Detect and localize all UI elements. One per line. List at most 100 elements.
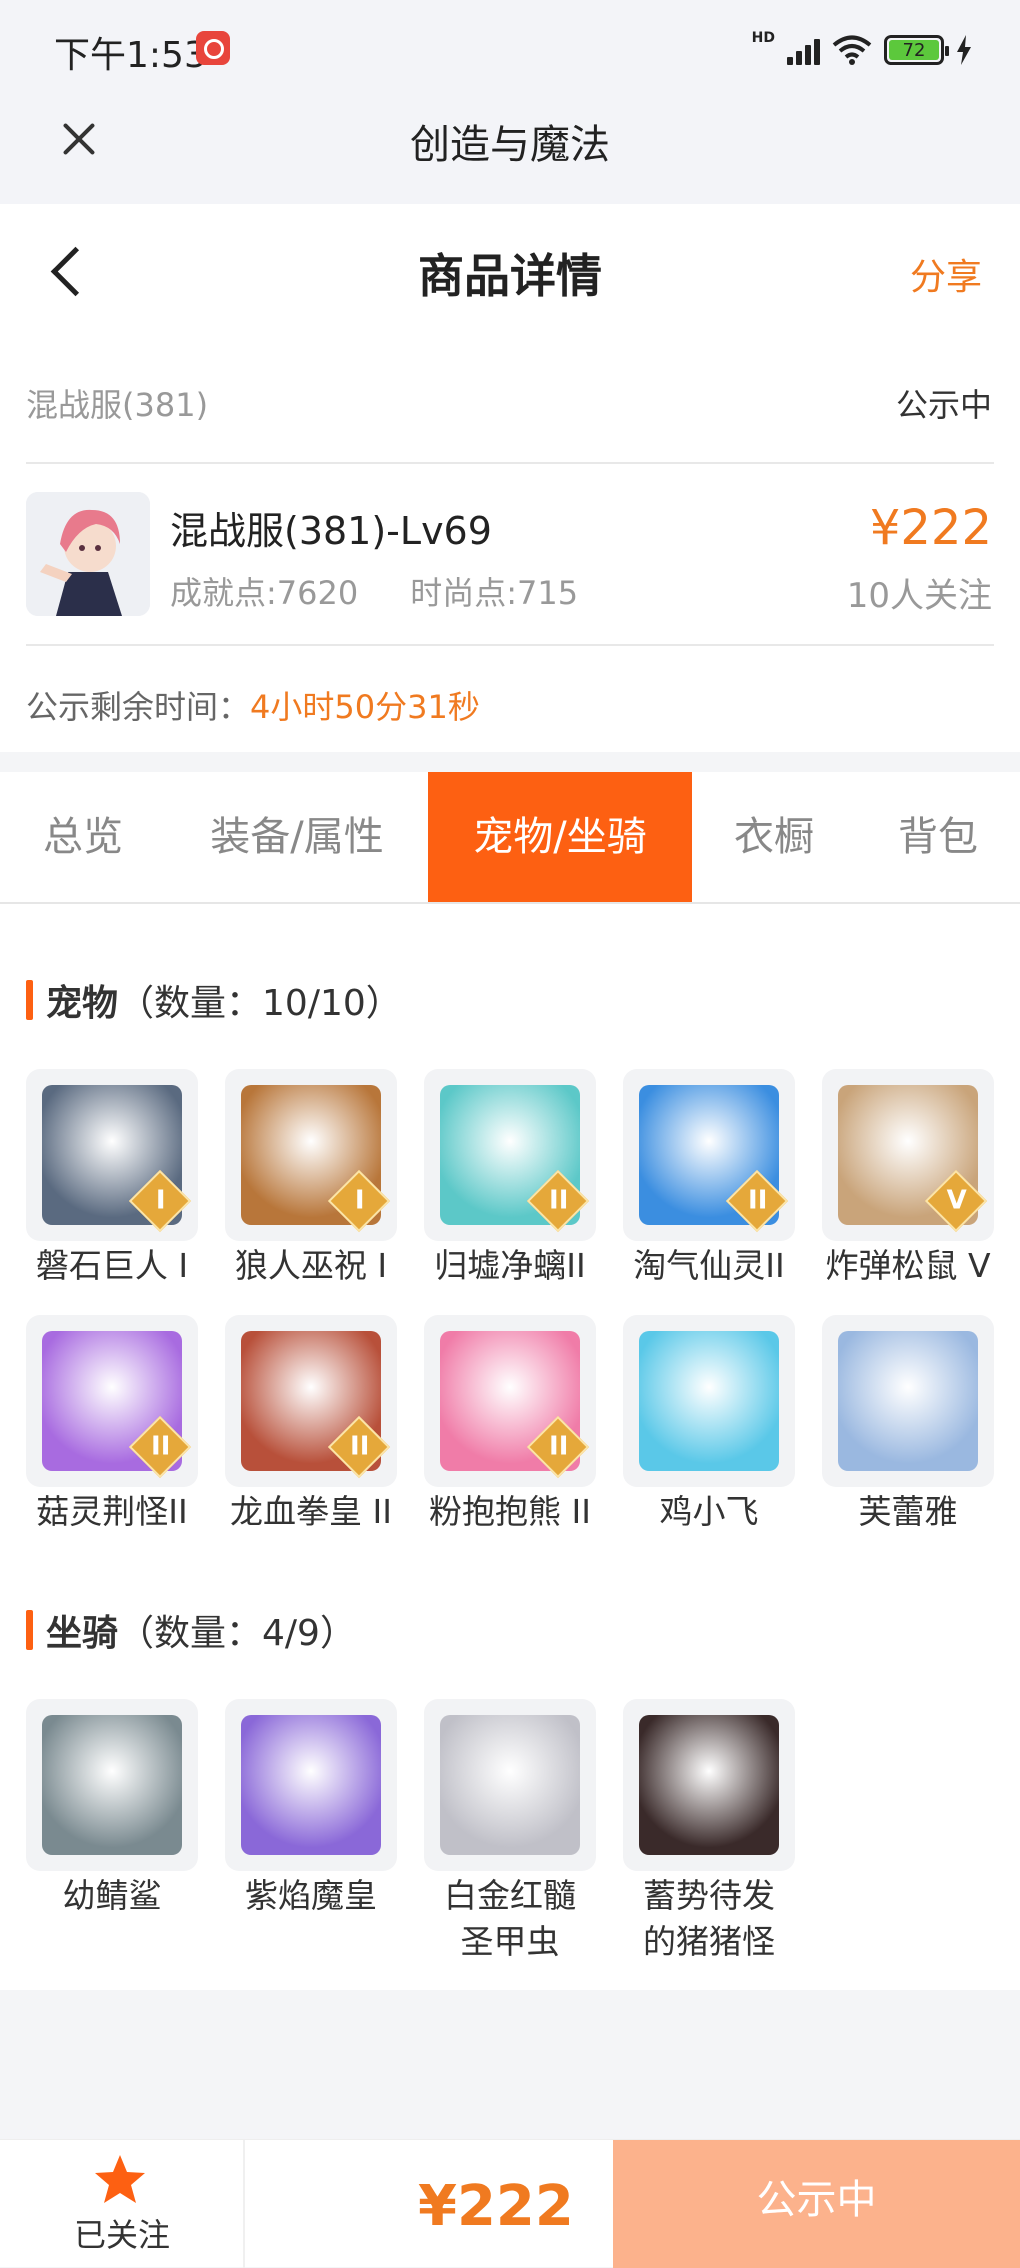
pet-image [822,1315,994,1487]
pet-image: I [26,1069,198,1241]
status-time: 下午1:53 [54,35,207,76]
tab-pets-mounts[interactable]: 宠物/坐骑 [428,772,692,902]
star-icon[interactable] [92,2152,148,2208]
pet-label: 龙血拳皇 II [230,1492,392,1531]
mount-art [440,1715,580,1855]
pet-item[interactable]: I 磐石巨人 I [26,1069,198,1289]
app-title-bar: 创造与魔法 [0,92,1020,204]
pet-label: 归墟净螭II [434,1246,586,1285]
status-icons: HD 72 [752,30,972,70]
mount-image [225,1699,397,1871]
pet-art [838,1331,978,1471]
tab-wardrobe[interactable]: 衣橱 [692,772,856,902]
pet-item[interactable]: II 龙血拳皇 II [225,1315,397,1535]
pet-item[interactable]: I 狼人巫祝 I [225,1069,397,1289]
mount-item[interactable]: 紫焰魔皇 [225,1699,397,1919]
pet-image: II [26,1315,198,1487]
battery-level: 72 [889,40,939,61]
tier-badge-label: II [151,1431,171,1462]
status-bar: 下午1:53 HD 72 [0,0,1020,92]
pets-section-title: 宠物（数量：10/10） [26,974,402,1026]
charging-icon [957,35,971,65]
share-button[interactable]: 分享 [910,248,982,300]
mount-label: 蓄势待发的猪猪怪 [643,1876,775,1961]
pet-image: V [822,1069,994,1241]
status-action-button[interactable]: 公示中 [613,2140,1020,2268]
product-price: ¥222 [869,500,992,556]
divider [26,644,994,646]
tab-bar: 总览 装备/属性 宠物/坐骑 衣橱 背包 [0,772,1020,904]
follow-button[interactable]: 已关注 [74,2210,170,2256]
pets-mounts-panel: 宠物（数量：10/10） I 磐石巨人 I I 狼人巫祝 I II 归墟净螭II II 淘气仙… [0,904,1020,1990]
mount-item[interactable]: 幼鲭鲨 [26,1699,198,1919]
pet-image: II [225,1315,397,1487]
remaining-label: 公示剩余时间： [26,688,251,726]
pet-item[interactable]: V 炸弹松鼠 V [822,1069,994,1289]
hd-label: HD [751,30,775,46]
pet-label: 淘气仙灵II [633,1246,785,1285]
mounts-section-title: 坐骑（数量：4/9） [26,1604,356,1656]
pet-image: I [225,1069,397,1241]
achievement-points: 成就点:7620 [170,574,359,612]
tier-badge-label: II [549,1185,569,1216]
pet-label: 芙蕾雅 [858,1492,958,1531]
divider [243,2140,245,2268]
page-title: 商品详情 [418,249,602,303]
pets-count: （数量：10/10） [118,983,402,1024]
tier-badge-label: I [354,1185,365,1216]
battery-icon: 72 [884,35,949,65]
pet-image: II [424,1315,596,1487]
pet-art [639,1331,779,1471]
pet-label: 炸弹松鼠 V [825,1246,991,1285]
tier-badge-label: II [748,1185,768,1216]
product-card: 商品详情 分享 混战服(381) 公示中 混战服(381)-Lv69 成就点:7… [0,204,1020,752]
product-name: 混战服(381)-Lv69 [170,509,492,553]
app-title: 创造与魔法 [410,122,610,168]
tab-equipment[interactable]: 装备/属性 [166,772,428,902]
mount-image [623,1699,795,1871]
mount-image [424,1699,596,1871]
pet-label: 菇灵荆怪II [36,1492,188,1531]
mount-item[interactable]: 蓄势待发的猪猪怪 [623,1699,795,1965]
product-stats: 成就点:7620 时尚点:715 [170,568,578,614]
wifi-icon [832,35,872,65]
pet-label: 粉抱抱熊 II [429,1492,591,1531]
pet-item[interactable]: II 粉抱抱熊 II [424,1315,596,1535]
nav-bar: 商品详情 分享 [0,204,1020,334]
status-label: 公示中 [895,386,992,424]
mount-art [241,1715,381,1855]
pet-label: 磐石巨人 I [35,1246,189,1285]
netease-music-icon [196,31,230,65]
remaining-value: 4小时50分31秒 [250,688,480,726]
pet-label: 狼人巫祝 I [234,1246,388,1285]
mount-label: 幼鲭鲨 [62,1876,162,1915]
pet-item[interactable]: 鸡小飞 [623,1315,795,1535]
pet-item[interactable]: II 菇灵荆怪II [26,1315,198,1535]
pet-image [623,1315,795,1487]
character-avatar [26,492,150,616]
bottom-bar: 已关注 ¥222 公示中 [0,2139,1020,2268]
mount-art [42,1715,182,1855]
tier-badge-label: I [155,1185,166,1216]
mount-item[interactable]: 白金红髓圣甲虫 [424,1699,596,1965]
mount-label: 紫焰魔皇 [245,1876,377,1915]
pet-item[interactable]: II 淘气仙灵II [623,1069,795,1289]
tier-badge-label: II [350,1431,370,1462]
watcher-count: 10人关注 [846,576,992,616]
mount-label: 白金红髓圣甲虫 [444,1876,576,1961]
mount-image [26,1699,198,1871]
server-name: 混战服(381) [26,386,209,424]
mounts-title: 坐骑 [46,1613,119,1654]
pet-item[interactable]: II 归墟净螭II [424,1069,596,1289]
tab-overview[interactable]: 总览 [0,772,166,902]
bottom-price: ¥222 [418,2174,574,2239]
signal-icon [787,35,820,65]
divider [26,462,994,464]
tab-backpack[interactable]: 背包 [856,772,1020,902]
pet-item[interactable]: 芙蕾雅 [822,1315,994,1535]
pet-label: 鸡小飞 [659,1492,759,1531]
pet-image: II [424,1069,596,1241]
pet-image: II [623,1069,795,1241]
pets-title: 宠物 [46,983,119,1024]
remaining-time: 公示剩余时间：4小时50分31秒 [26,682,480,728]
